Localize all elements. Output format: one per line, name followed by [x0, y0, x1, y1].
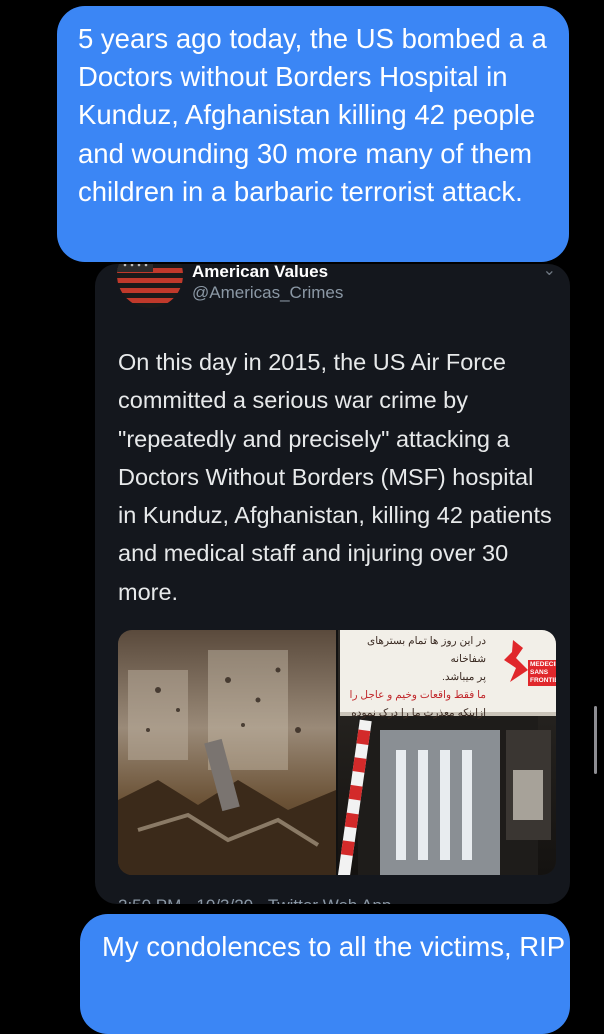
message-bubble-sent[interactable]: My condolences to all the victims, RIP — [80, 914, 570, 1034]
message-bubble-sent[interactable]: 5 years ago today, the US bombed a a Doc… — [57, 6, 569, 262]
tweet-author[interactable]: American Values @Americas_Crimes — [192, 264, 343, 305]
tweet-media[interactable]: در این روز ها تمام بسترهای شفاخانه پر می… — [118, 630, 556, 875]
tweet-timestamp[interactable]: 2:50 PM · 10/3/20 · Twitter Web App — [118, 896, 391, 904]
chevron-down-icon[interactable]: ⌄ — [543, 264, 556, 280]
avatar[interactable] — [117, 264, 183, 308]
tweet-media-image — [118, 630, 556, 875]
embedded-tweet-card[interactable]: American Values @Americas_Crimes ⌄ On th… — [95, 264, 570, 904]
scrollbar[interactable] — [594, 706, 597, 774]
display-name: American Values — [192, 264, 329, 281]
tweet-text: On this day in 2015, the US Air Force co… — [118, 349, 552, 605]
msf-logo-text: MEDECINS SANS FRONTIERES — [530, 661, 556, 684]
msf-sign-text: در این روز ها تمام بسترهای شفاخانه پر می… — [349, 635, 486, 719]
message-text: 5 years ago today, the US bombed a a Doc… — [78, 23, 547, 207]
handle: @Americas_Crimes — [192, 283, 344, 302]
message-text: My condolences to all the victims, RIP — [102, 931, 566, 962]
